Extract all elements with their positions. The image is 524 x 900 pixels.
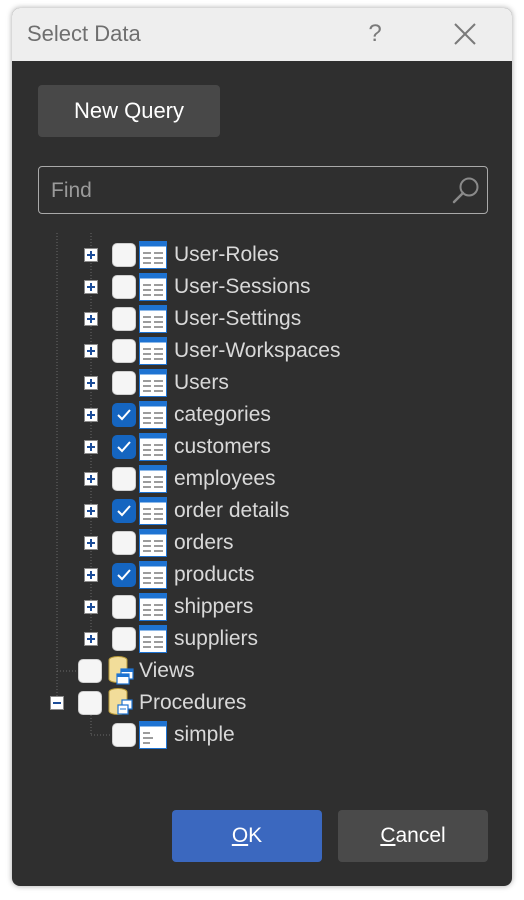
search-icon[interactable] [451, 175, 481, 205]
title-bar: Select Data ? [12, 8, 512, 61]
check-icon [117, 569, 131, 581]
database-procedures-icon [108, 688, 133, 715]
expand-toggle[interactable] [84, 504, 98, 518]
expand-toggle[interactable] [84, 248, 98, 262]
new-query-button[interactable]: New Query [38, 85, 220, 137]
expand-toggle[interactable] [84, 536, 98, 550]
table-row[interactable]: employees [12, 463, 512, 495]
close-icon [454, 23, 476, 45]
table-icon [139, 561, 167, 589]
table-icon [139, 465, 167, 493]
ok-button[interactable]: OK [172, 810, 322, 862]
table-checkbox[interactable] [112, 499, 136, 523]
expand-toggle[interactable] [84, 440, 98, 454]
check-icon [117, 505, 131, 517]
find-box [38, 166, 488, 215]
tree-node-procedure[interactable]: simple [12, 719, 512, 751]
table-row[interactable]: customers [12, 431, 512, 463]
table-checkbox[interactable] [112, 467, 136, 491]
expand-toggle[interactable] [84, 312, 98, 326]
views-label: Views [139, 659, 195, 682]
table-row[interactable]: products [12, 559, 512, 591]
expand-toggle[interactable] [84, 408, 98, 422]
table-row[interactable]: User-Workspaces [12, 335, 512, 367]
table-icon [139, 529, 167, 557]
table-checkbox[interactable] [112, 531, 136, 555]
table-icon [139, 401, 167, 429]
table-label: shippers [174, 595, 254, 618]
table-checkbox[interactable] [112, 563, 136, 587]
table-icon [139, 273, 167, 301]
table-checkbox[interactable] [112, 243, 136, 267]
table-label: customers [174, 435, 271, 458]
dialog-title: Select Data [27, 21, 141, 46]
table-label: order details [174, 499, 290, 522]
table-label: employees [174, 467, 276, 490]
table-checkbox[interactable] [112, 403, 136, 427]
close-button[interactable] [448, 16, 482, 52]
help-button[interactable]: ? [358, 16, 392, 52]
check-icon [117, 409, 131, 421]
table-checkbox[interactable] [112, 307, 136, 331]
cancel-button[interactable]: Cancel [338, 810, 488, 862]
table-row[interactable]: categories [12, 399, 512, 431]
table-checkbox[interactable] [112, 339, 136, 363]
table-icon [139, 241, 167, 269]
table-row[interactable]: User-Sessions [12, 271, 512, 303]
table-row[interactable]: suppliers [12, 623, 512, 655]
table-label: User-Workspaces [174, 339, 341, 362]
table-icon [139, 497, 167, 525]
cancel-accelerator: C [380, 824, 396, 847]
check-icon [117, 441, 131, 453]
table-label: products [174, 563, 255, 586]
table-row[interactable]: Users [12, 367, 512, 399]
table-icon [139, 625, 167, 653]
table-label: Users [174, 371, 229, 394]
table-icon [139, 593, 167, 621]
expand-toggle[interactable] [84, 280, 98, 294]
cancel-label-rest: ancel [395, 824, 446, 847]
procedure-checkbox[interactable] [112, 723, 136, 747]
tree-node-procedures[interactable]: Procedures [12, 687, 512, 719]
table-checkbox[interactable] [112, 595, 136, 619]
table-label: User-Settings [174, 307, 302, 330]
procedure-label: simple [174, 723, 235, 746]
tree-node-views[interactable]: Views [12, 655, 512, 687]
table-label: suppliers [174, 627, 259, 650]
expand-toggle[interactable] [84, 376, 98, 390]
procedures-checkbox[interactable] [78, 691, 102, 715]
table-row[interactable]: User-Settings [12, 303, 512, 335]
views-checkbox[interactable] [78, 659, 102, 683]
table-tree: User-Roles User-Sessions User-Settings User… [12, 233, 512, 753]
database-views-icon [108, 656, 134, 685]
table-checkbox[interactable] [112, 627, 136, 651]
table-icon [139, 433, 167, 461]
table-row[interactable]: User-Roles [12, 239, 512, 271]
find-input[interactable] [49, 167, 443, 215]
table-row[interactable]: shippers [12, 591, 512, 623]
table-icon [139, 369, 167, 397]
ok-accelerator: O [231, 824, 249, 847]
table-label: User-Sessions [174, 275, 311, 298]
procedure-icon [139, 721, 167, 749]
procedures-label: Procedures [139, 691, 247, 714]
table-row[interactable]: orders [12, 527, 512, 559]
table-icon [139, 305, 167, 333]
table-row[interactable]: order details [12, 495, 512, 527]
table-checkbox[interactable] [112, 435, 136, 459]
expand-toggle[interactable] [84, 344, 98, 358]
collapse-toggle[interactable] [50, 696, 64, 710]
table-label: categories [174, 403, 271, 426]
table-checkbox[interactable] [112, 371, 136, 395]
expand-toggle[interactable] [84, 632, 98, 646]
ok-label-rest: K [248, 824, 263, 847]
table-icon [139, 337, 167, 365]
select-data-dialog: Select Data ? New Query User-Ro [12, 8, 512, 886]
expand-toggle[interactable] [84, 568, 98, 582]
table-checkbox[interactable] [112, 275, 136, 299]
expand-toggle[interactable] [84, 472, 98, 486]
expand-toggle[interactable] [84, 600, 98, 614]
table-label: orders [174, 531, 234, 554]
table-label: User-Roles [174, 243, 280, 266]
